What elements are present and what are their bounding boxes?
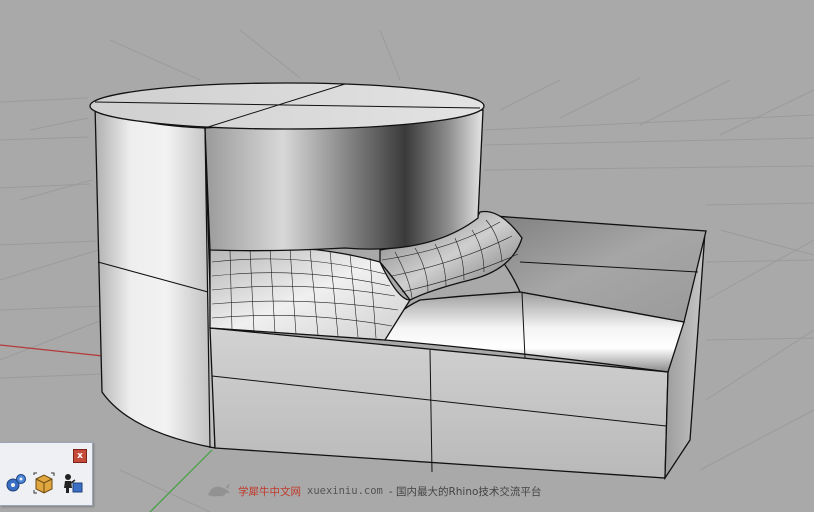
site-watermark: 学犀牛中文网 xuexiniu.com - 国内最大的Rhino技术交流平台 [206,480,541,502]
watermark-brand: 学犀牛中文网 [238,485,301,498]
viewport-canvas[interactable] [0,0,814,512]
floating-toolbar[interactable]: x [0,442,93,506]
watermark-url: xuexiniu.com [307,485,383,497]
watermark-tagline: - 国内最大的Rhino技术交流平台 [388,485,542,498]
gears-settings-icon[interactable] [4,471,28,495]
cylinder-top-face[interactable] [89,82,485,130]
worker-tool-icon[interactable] [60,471,84,495]
back-cylinder-surface[interactable] [94,103,216,449]
close-icon[interactable]: x [73,449,87,463]
box-properties-icon[interactable] [32,471,56,495]
perspective-viewport[interactable]: x 学犀牛中文网 xuexiniu.com - 国内最大的Rhino技术交流平台 [0,0,814,512]
rhino-logo-icon [206,481,232,502]
front-cylinder-surface[interactable] [204,109,484,252]
